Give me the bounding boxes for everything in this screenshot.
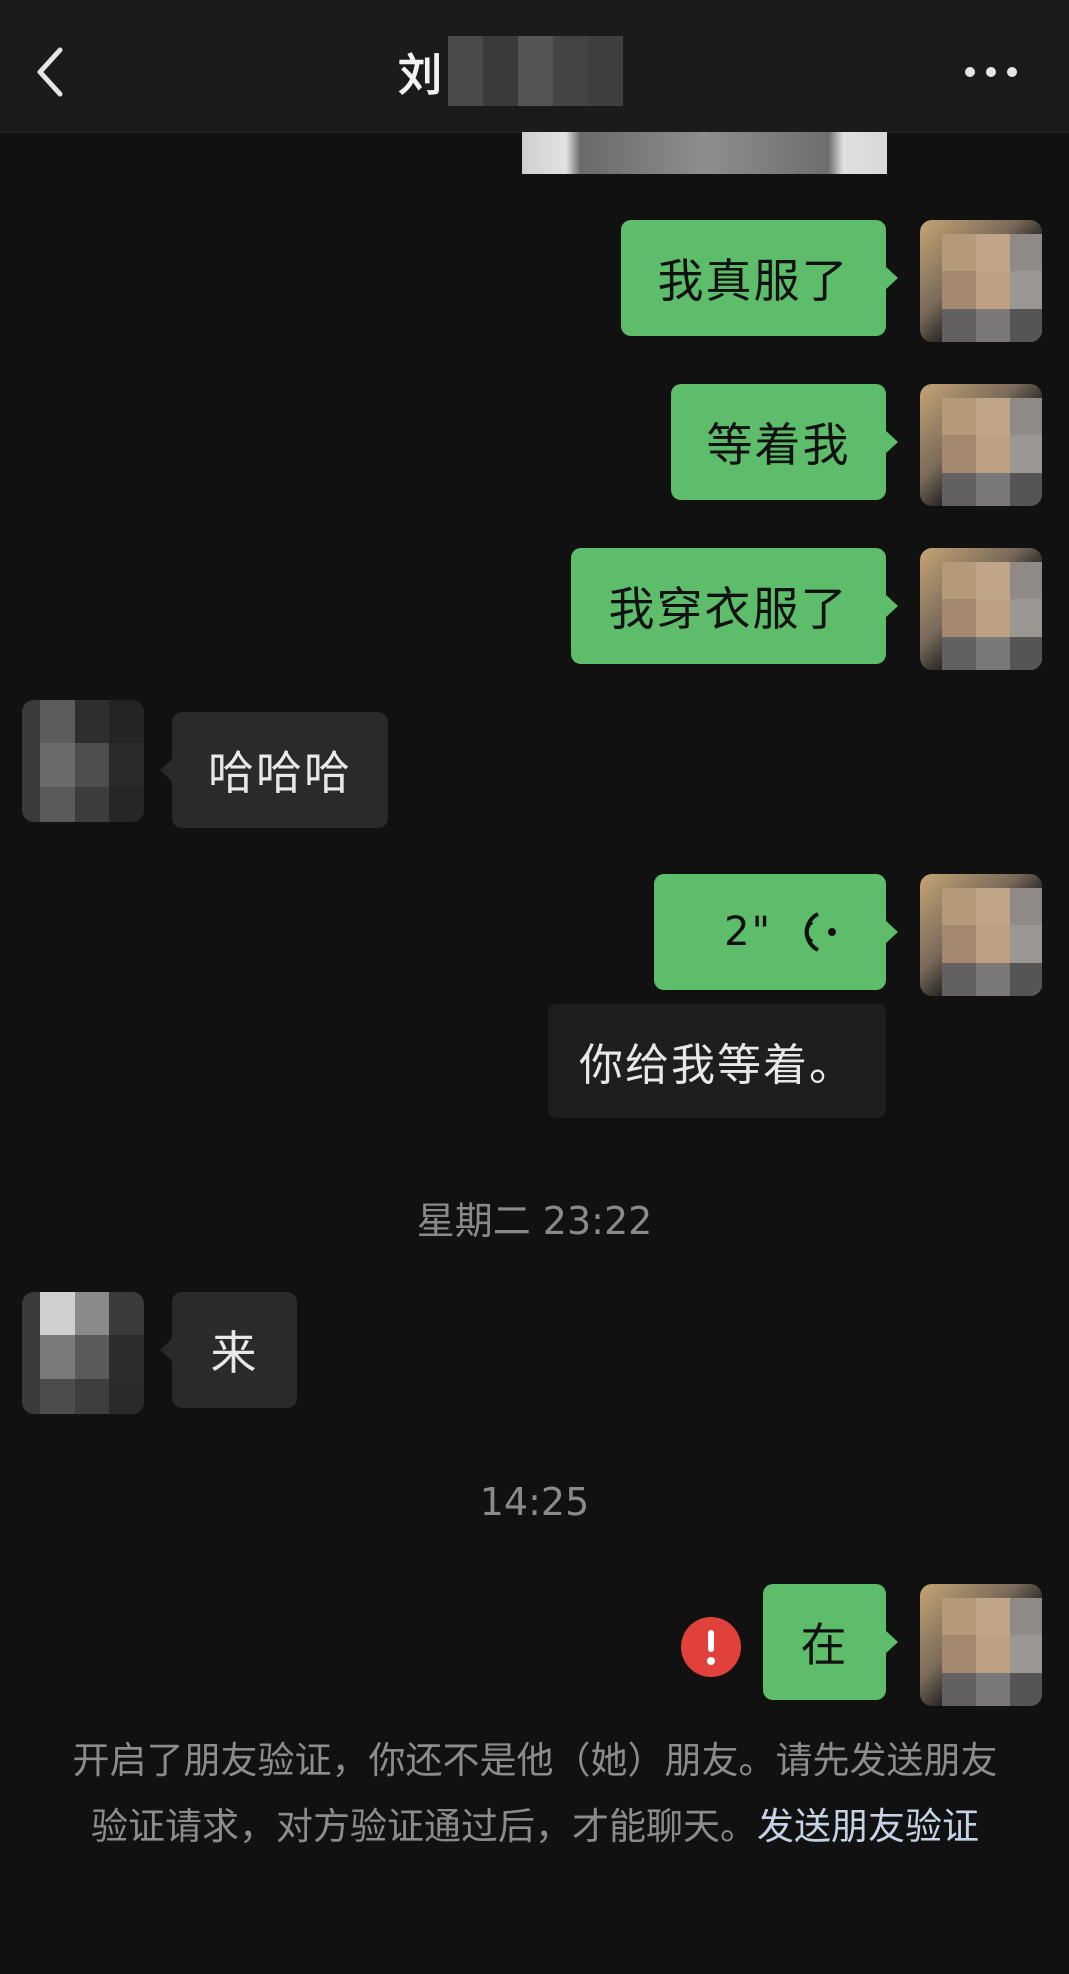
title-censor-mosaic [448, 36, 623, 106]
timestamp: 14:25 [479, 1480, 590, 1524]
transcript-text: 你给我等着。 [579, 1040, 855, 1091]
avatar-contact[interactable] [22, 700, 144, 822]
avatar-contact[interactable] [22, 1292, 144, 1414]
voice-duration: 2" [724, 909, 772, 955]
avatar-self[interactable] [920, 1584, 1042, 1706]
avatar-self[interactable] [920, 874, 1042, 996]
message-bubble-sent[interactable]: 我穿衣服了 [571, 548, 898, 664]
message-bubble-received[interactable]: 哈哈哈 [160, 712, 388, 828]
message-bubble-sent[interactable]: 我真服了 [621, 220, 898, 336]
avatar-self[interactable] [920, 384, 1042, 506]
message-bubble-sent[interactable]: 等着我 [671, 384, 898, 500]
chat-title: 刘 [398, 50, 442, 101]
message-bubble-received[interactable]: 来 [160, 1292, 297, 1408]
chat-header: 刘 [0, 0, 1069, 133]
message-text: 来 [210, 1326, 259, 1380]
send-failed-icon[interactable] [680, 1616, 742, 1678]
message-text: 哈哈哈 [208, 746, 352, 800]
avatar-self[interactable] [920, 220, 1042, 342]
message-text: 我穿衣服了 [608, 582, 849, 636]
chevron-left-icon[interactable] [30, 44, 74, 100]
chat-title-area: 刘 [398, 36, 623, 106]
message-text: 在 [800, 1618, 849, 1672]
more-horizontal-icon[interactable] [960, 50, 1022, 94]
voice-wave-icon [804, 912, 836, 952]
send-verification-link[interactable]: 发送朋友验证 [757, 1805, 979, 1848]
message-text: 我真服了 [657, 254, 850, 308]
avatar-self[interactable] [920, 548, 1042, 670]
message-bubble-sent[interactable]: 在 [763, 1584, 898, 1700]
message-text: 等着我 [706, 418, 851, 472]
voice-message-bubble[interactable]: 2" [654, 874, 898, 990]
timestamp: 星期二 23:22 [416, 1199, 653, 1243]
voice-transcript[interactable]: 你给我等着。 [548, 1004, 886, 1118]
friend-verification-notice: 开启了朋友验证，你还不是他（她）朋友。请先发送朋友验证请求，对方验证通过后，才能… [60, 1728, 1010, 1860]
image-message-partial[interactable] [522, 132, 887, 174]
